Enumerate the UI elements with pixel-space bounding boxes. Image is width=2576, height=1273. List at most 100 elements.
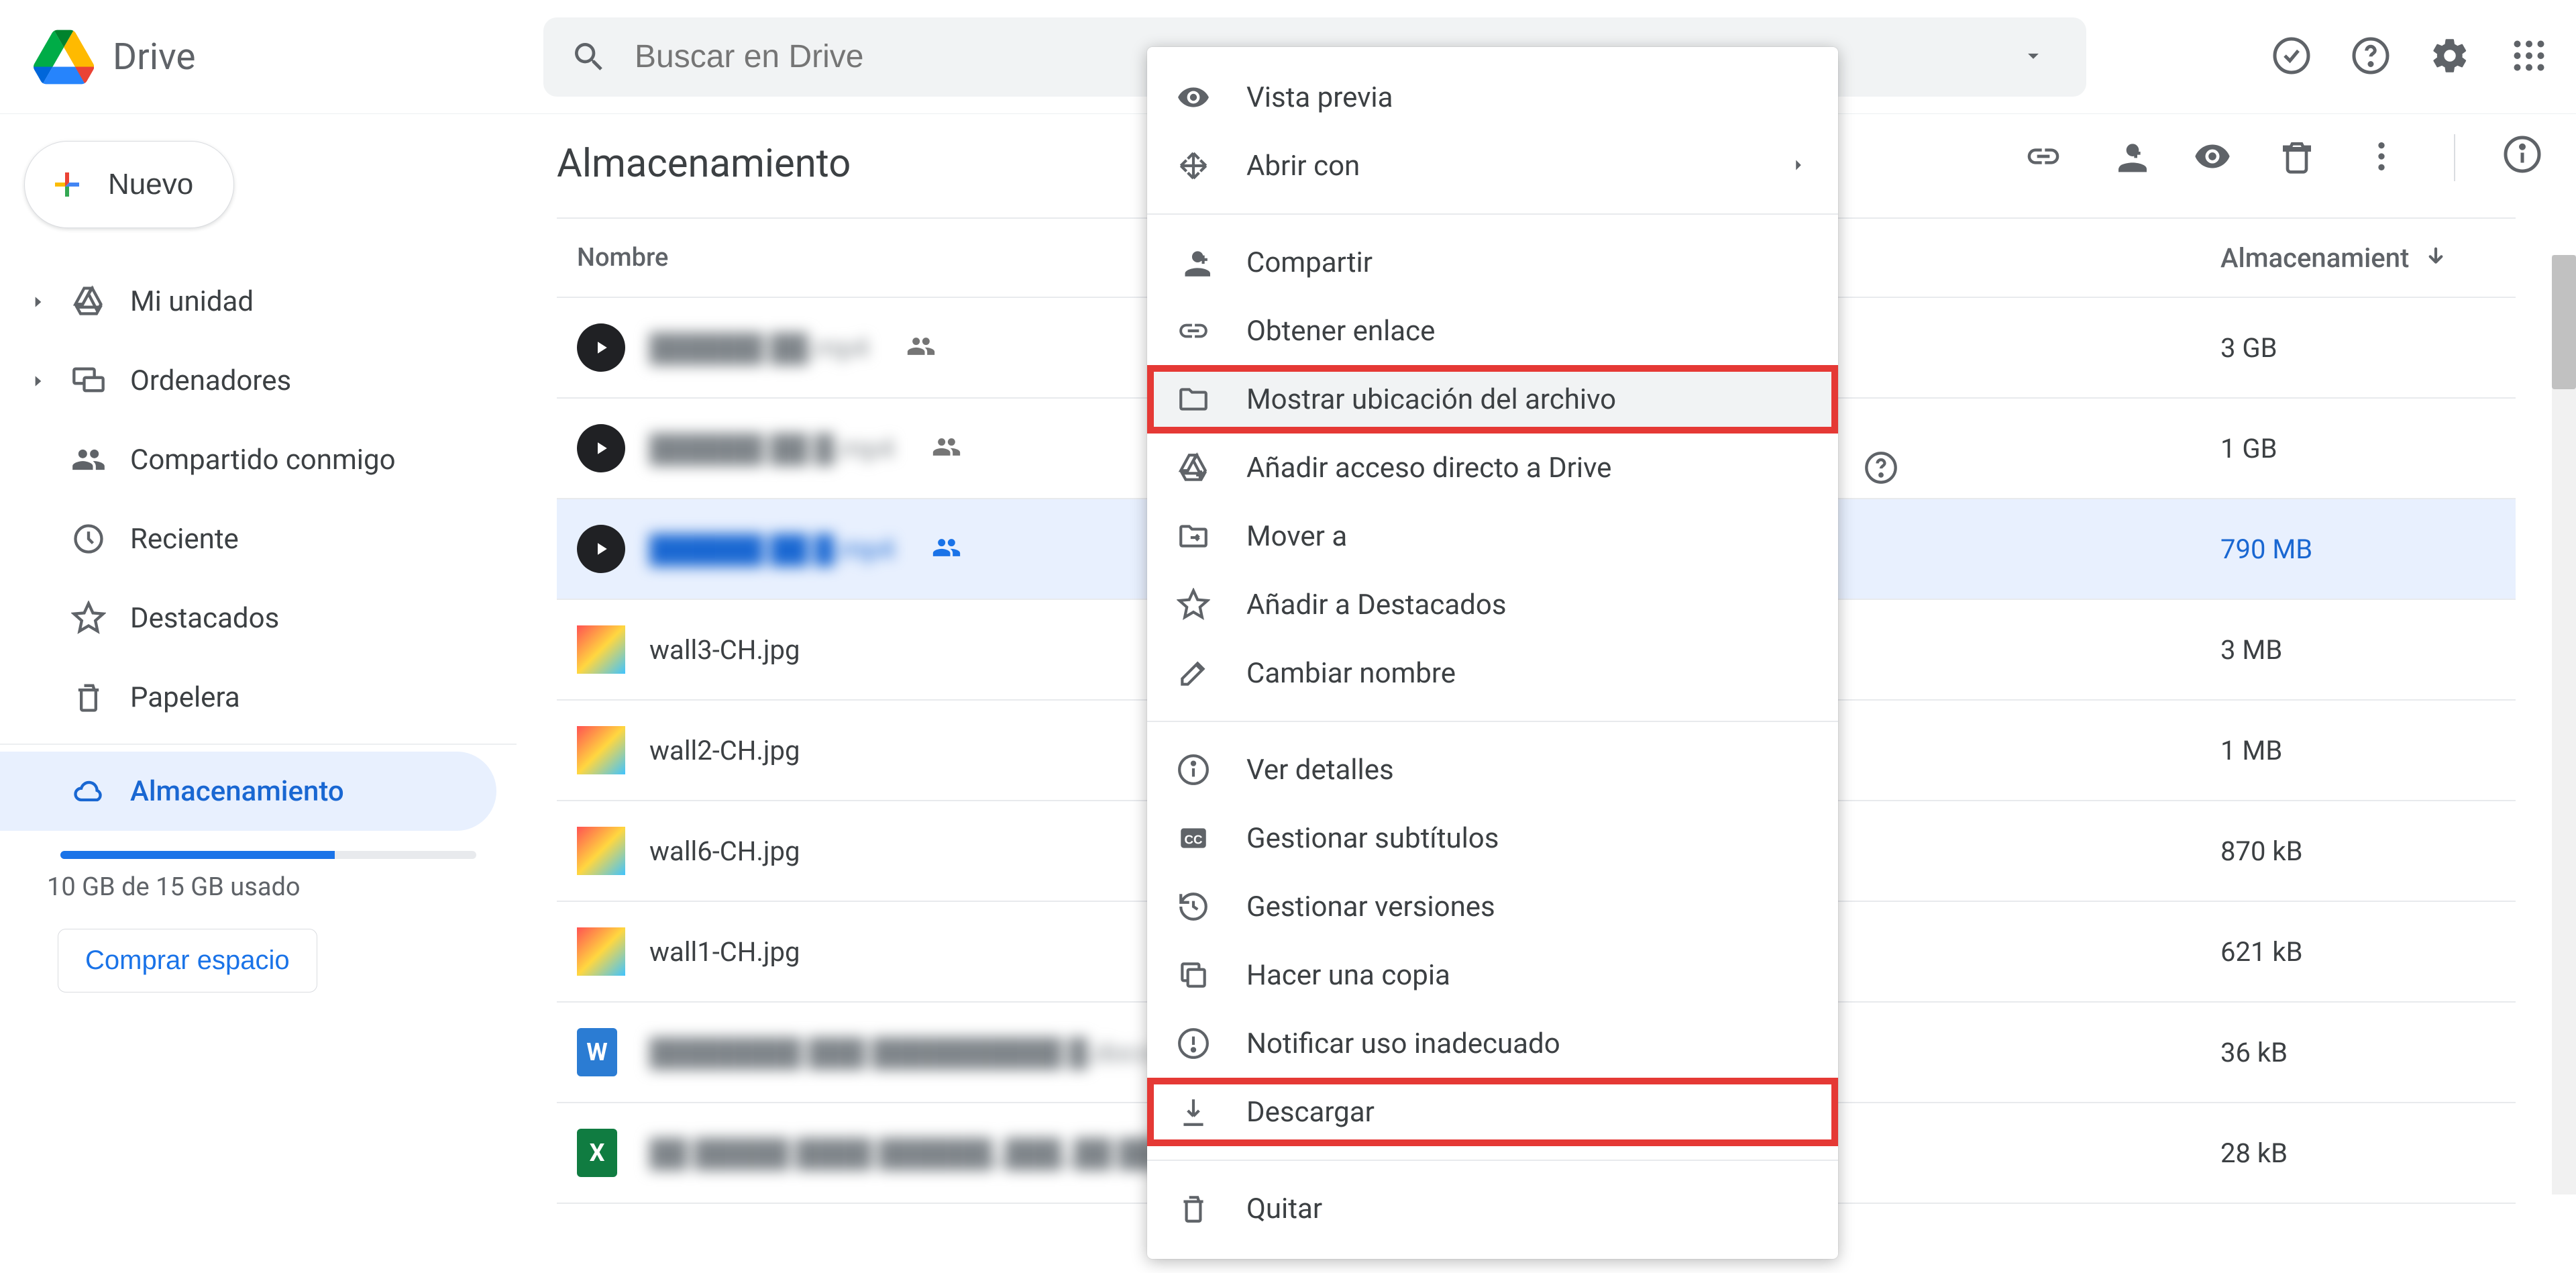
context-menu-cc[interactable]: CC Gestionar subtítulos bbox=[1147, 804, 1838, 872]
file-name: ████████ ███ ██████████ █.docx bbox=[649, 1037, 1152, 1068]
sidebar-item-computers[interactable]: Ordenadores bbox=[0, 341, 496, 420]
context-menu-label: Vista previa bbox=[1246, 81, 1393, 114]
storage-usage-text: 10 GB de 15 GB usado bbox=[47, 872, 517, 902]
help-hint-icon[interactable] bbox=[1864, 450, 1898, 485]
context-menu-eye[interactable]: Vista previa bbox=[1147, 63, 1838, 132]
scrollbar[interactable] bbox=[2552, 255, 2576, 1194]
expand-caret-icon bbox=[30, 285, 47, 318]
shared-icon bbox=[71, 442, 106, 477]
sidebar-item-shared[interactable]: Compartido conmigo bbox=[0, 420, 496, 499]
shared-icon bbox=[932, 533, 961, 565]
versions-icon bbox=[1177, 890, 1210, 923]
more-icon[interactable] bbox=[2363, 138, 2400, 178]
context-menu-separator bbox=[1147, 1160, 1838, 1161]
sidebar-item-drive[interactable]: Mi unidad bbox=[0, 262, 496, 341]
shared-icon bbox=[906, 332, 936, 364]
help-icon[interactable] bbox=[2351, 36, 2391, 79]
file-name: ██████ ██.mp4 bbox=[649, 332, 869, 364]
file-size: 3 MB bbox=[2220, 634, 2516, 666]
logo-area[interactable]: Drive bbox=[34, 27, 543, 87]
context-menu-separator bbox=[1147, 721, 1838, 722]
context-menu-driveadd[interactable]: Añadir acceso directo a Drive bbox=[1147, 434, 1838, 502]
eye-icon bbox=[1177, 81, 1210, 114]
expand-caret-icon bbox=[30, 364, 47, 397]
context-menu-label: Descargar bbox=[1246, 1096, 1375, 1129]
info-icon bbox=[1177, 753, 1210, 786]
context-menu-label: Mover a bbox=[1246, 520, 1347, 553]
download-icon bbox=[1177, 1095, 1210, 1129]
context-menu-label: Compartir bbox=[1246, 246, 1373, 279]
details-panel-toggle[interactable] bbox=[2502, 134, 2542, 177]
rename-icon bbox=[1177, 656, 1210, 690]
context-menu-label: Gestionar subtítulos bbox=[1246, 822, 1499, 855]
header-actions bbox=[2271, 36, 2549, 79]
new-button[interactable]: Nuevo bbox=[24, 141, 234, 228]
star-icon bbox=[71, 601, 106, 635]
context-menu-rename[interactable]: Cambiar nombre bbox=[1147, 639, 1838, 707]
file-name: wall2-CH.jpg bbox=[649, 735, 800, 766]
context-menu-info[interactable]: Ver detalles bbox=[1147, 735, 1838, 804]
context-menu-copy[interactable]: Hacer una copia bbox=[1147, 941, 1838, 1009]
share-icon[interactable] bbox=[2109, 138, 2147, 178]
sidebar-item-label: Reciente bbox=[130, 523, 239, 556]
svg-text:CC: CC bbox=[1184, 832, 1203, 846]
drive-logo-icon bbox=[34, 27, 94, 87]
offline-ready-icon[interactable] bbox=[2271, 36, 2312, 79]
apps-grid-icon[interactable] bbox=[2509, 36, 2549, 79]
sidebar-item-recent[interactable]: Reciente bbox=[0, 499, 496, 578]
context-menu-separator bbox=[1147, 213, 1838, 215]
context-menu-label: Notificar uso inadecuado bbox=[1246, 1027, 1560, 1060]
context-menu-report[interactable]: Notificar uso inadecuado bbox=[1147, 1009, 1838, 1078]
settings-icon[interactable] bbox=[2430, 36, 2470, 79]
context-menu-versions[interactable]: Gestionar versiones bbox=[1147, 872, 1838, 941]
file-type-icon bbox=[577, 927, 625, 976]
context-menu-label: Obtener enlace bbox=[1246, 315, 1435, 348]
context-menu-label: Hacer una copia bbox=[1246, 959, 1450, 992]
sidebar-item-label: Destacados bbox=[130, 602, 279, 635]
file-name: wall6-CH.jpg bbox=[649, 835, 800, 867]
sidebar-item-cloud[interactable]: Almacenamiento bbox=[0, 752, 496, 831]
get-link-icon[interactable] bbox=[2025, 138, 2062, 178]
context-menu-star[interactable]: Añadir a Destacados bbox=[1147, 570, 1838, 639]
folder-icon bbox=[1177, 383, 1210, 416]
file-type-icon bbox=[577, 827, 625, 875]
file-type-icon bbox=[577, 625, 625, 674]
cc-icon: CC bbox=[1177, 821, 1210, 855]
star-icon bbox=[1177, 588, 1210, 621]
file-size: 870 kB bbox=[2220, 835, 2516, 867]
sidebar-item-star[interactable]: Destacados bbox=[0, 578, 496, 658]
context-menu-link[interactable]: Obtener enlace bbox=[1147, 297, 1838, 365]
context-menu: Vista previa Abrir con Compartir Obtener en… bbox=[1147, 47, 1838, 1259]
context-menu-folder[interactable]: Mostrar ubicación del archivo bbox=[1147, 365, 1838, 434]
file-name: ██████ ██ █.mp4 bbox=[649, 533, 894, 565]
file-type-icon bbox=[577, 424, 625, 472]
context-menu-label: Quitar bbox=[1246, 1192, 1322, 1225]
search-icon bbox=[570, 38, 608, 76]
context-menu-download[interactable]: Descargar bbox=[1147, 1078, 1838, 1146]
sidebar-item-label: Compartido conmigo bbox=[130, 444, 396, 476]
selection-toolbar bbox=[2025, 134, 2462, 181]
file-type-icon bbox=[577, 323, 625, 372]
context-menu-personadd[interactable]: Compartir bbox=[1147, 228, 1838, 297]
file-type-icon bbox=[577, 726, 625, 774]
search-options-button[interactable] bbox=[2021, 43, 2046, 71]
context-menu-label: Cambiar nombre bbox=[1246, 657, 1456, 690]
storage-progress bbox=[60, 851, 476, 859]
preview-icon[interactable] bbox=[2194, 138, 2231, 178]
plus-multicolor-icon bbox=[49, 166, 85, 203]
open-icon bbox=[1177, 149, 1210, 183]
shared-icon bbox=[932, 432, 961, 464]
context-menu-trash[interactable]: Quitar bbox=[1147, 1174, 1838, 1243]
sidebar-item-trash[interactable]: Papelera bbox=[0, 658, 496, 737]
file-type-icon: W bbox=[577, 1028, 625, 1076]
context-menu-open[interactable]: Abrir con bbox=[1147, 132, 1838, 200]
driveadd-icon bbox=[1177, 451, 1210, 485]
buy-storage-button[interactable]: Comprar espacio bbox=[58, 929, 317, 992]
file-size: 1 MB bbox=[2220, 735, 2516, 766]
column-size-header[interactable]: Almacenamient bbox=[2220, 242, 2516, 274]
context-menu-label: Añadir a Destacados bbox=[1246, 589, 1507, 621]
sidebar-item-label: Ordenadores bbox=[130, 364, 291, 397]
delete-icon[interactable] bbox=[2278, 138, 2316, 178]
context-menu-move[interactable]: Mover a bbox=[1147, 502, 1838, 570]
personadd-icon bbox=[1177, 246, 1210, 279]
